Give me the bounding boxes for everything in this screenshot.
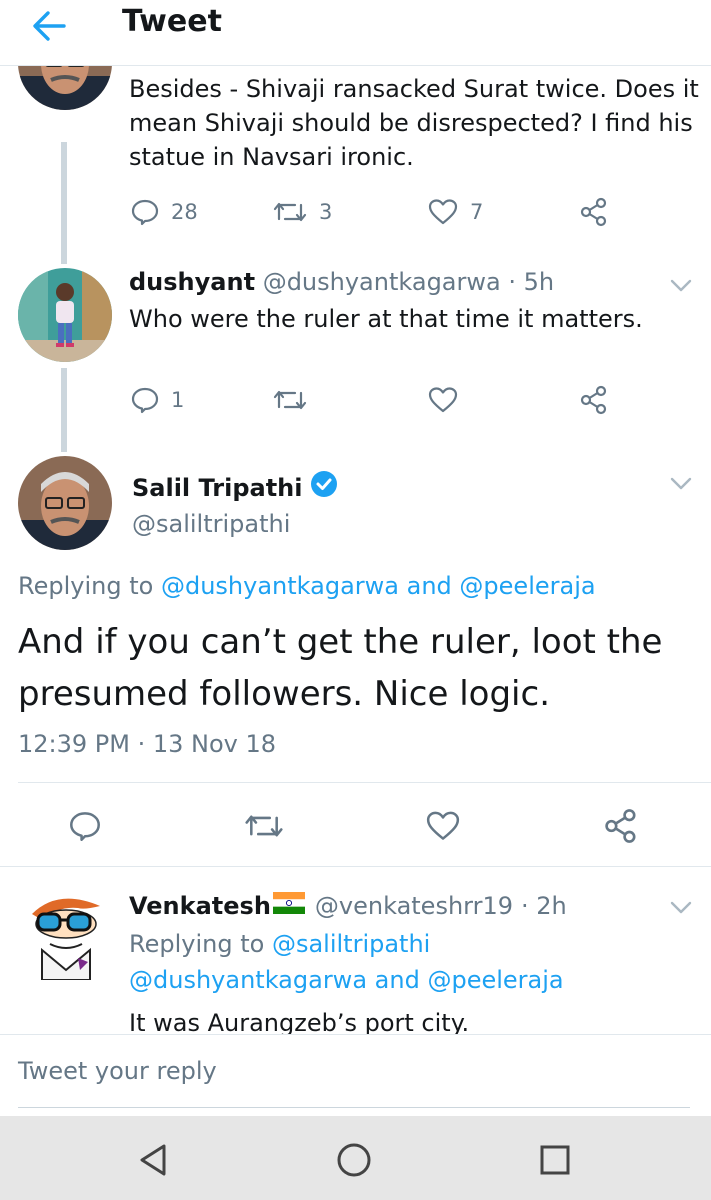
display-name[interactable]: dushyant <box>129 268 255 296</box>
replying-label: Replying to <box>18 572 154 600</box>
share-button[interactable] <box>579 382 609 418</box>
top-bar: Tweet <box>0 0 711 66</box>
reply-button[interactable]: 1 <box>131 382 184 418</box>
like-button[interactable] <box>425 808 461 844</box>
share-icon <box>580 385 607 415</box>
retweet-button[interactable] <box>244 808 284 844</box>
display-name[interactable]: Venkatesh <box>129 890 271 922</box>
user-handle[interactable]: @dushyantkagarwa <box>263 268 501 296</box>
tweet-timestamp: 12:39 PM · 13 Nov 18 <box>18 730 277 758</box>
reply-icon <box>131 387 159 414</box>
mention-link[interactable]: @dushyantkagarwa <box>161 572 399 600</box>
nav-back-icon[interactable] <box>134 1140 174 1180</box>
mention-joiner: and <box>374 966 420 994</box>
like-button[interactable] <box>428 382 458 418</box>
share-button[interactable] <box>579 194 609 230</box>
tweet-text: Who were the ruler at that time it matte… <box>129 305 643 333</box>
reply-button[interactable] <box>68 808 102 844</box>
like-count: 7 <box>470 200 484 224</box>
divider <box>18 782 711 783</box>
nav-recents-icon[interactable] <box>535 1140 575 1180</box>
retweet-icon <box>245 815 283 837</box>
share-icon <box>605 809 636 843</box>
nav-home-icon[interactable] <box>334 1140 374 1180</box>
main-tweet-text: And if you can’t get the ruler, loot the… <box>18 622 663 714</box>
user-handle[interactable]: @venkateshrr19 <box>315 890 513 922</box>
heart-icon <box>428 387 458 413</box>
retweet-button[interactable] <box>273 382 307 418</box>
heart-icon <box>426 811 460 840</box>
mention-joiner: and <box>406 572 452 600</box>
tweet-time: · 5h <box>508 268 555 296</box>
display-name[interactable]: Salil Tripathi <box>132 472 302 504</box>
replying-to: Replying to @dushyantkagarwa and @peeler… <box>18 570 596 602</box>
india-flag-icon <box>272 890 305 922</box>
share-icon <box>580 197 607 227</box>
replying-to-continued: @dushyantkagarwa and @peeleraja <box>129 964 564 996</box>
replying-label: Replying to <box>129 930 265 958</box>
reply-input[interactable]: Tweet your reply <box>18 1057 217 1085</box>
reply-icon <box>131 199 159 226</box>
mention-link[interactable]: @dushyantkagarwa <box>129 966 367 994</box>
tweet-text: It was Aurangzeb’s port city. <box>129 1009 470 1034</box>
retweet-count: 3 <box>319 200 333 224</box>
reply-icon <box>70 812 100 841</box>
reply-button[interactable]: 28 <box>131 194 198 230</box>
verified-badge-icon <box>310 470 338 506</box>
tweet-thread[interactable]: Besides - Shivaji ransacked Surat twice.… <box>0 66 711 1034</box>
tweet-header: Venkatesh @venkateshrr19 · 2h <box>129 890 567 922</box>
tweet-time: · 2h <box>521 892 567 920</box>
replying-to: Replying to @saliltripathi <box>129 928 430 960</box>
avatar-venkatesh[interactable] <box>18 884 114 980</box>
reply-count: 28 <box>171 200 198 224</box>
share-button[interactable] <box>603 808 639 844</box>
mention-link[interactable]: @peeleraja <box>459 572 595 600</box>
back-arrow-icon[interactable] <box>28 6 72 46</box>
mention-link[interactable]: @peeleraja <box>427 966 563 994</box>
avatar-dushyant[interactable] <box>18 268 112 362</box>
reply-composer: Tweet your reply <box>0 1034 711 1116</box>
mention-link[interactable]: @saliltripathi <box>272 930 430 958</box>
chevron-down-icon[interactable] <box>670 278 692 292</box>
divider <box>0 866 711 867</box>
avatar-saliltripathi[interactable] <box>18 66 112 110</box>
tweet-header: dushyant @dushyantkagarwa · 5h <box>129 266 554 298</box>
tweet-text: Besides - Shivaji ransacked Surat twice.… <box>129 75 699 171</box>
retweet-button[interactable]: 3 <box>273 194 332 230</box>
system-nav-bar <box>0 1116 711 1200</box>
user-handle[interactable]: @saliltripathi <box>132 508 290 540</box>
thread-connector <box>61 368 67 452</box>
author-name-row: Salil Tripathi <box>132 470 338 506</box>
chevron-down-icon[interactable] <box>670 900 692 914</box>
thread-connector <box>61 142 67 264</box>
retweet-icon <box>273 202 307 222</box>
input-underline <box>18 1107 690 1108</box>
heart-icon <box>428 199 458 225</box>
page-title: Tweet <box>122 4 222 39</box>
like-button[interactable]: 7 <box>428 194 483 230</box>
reply-count: 1 <box>171 388 185 412</box>
retweet-icon <box>273 390 307 410</box>
avatar-saliltripathi[interactable] <box>18 456 112 550</box>
chevron-down-icon[interactable] <box>670 476 692 490</box>
